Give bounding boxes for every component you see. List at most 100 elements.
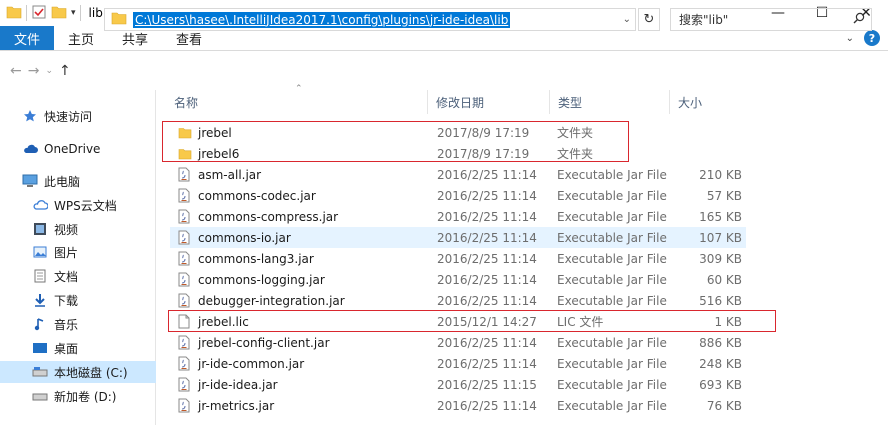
refresh-button[interactable]: ↻ xyxy=(638,8,660,31)
file-name: commons-lang3.jar xyxy=(198,251,314,266)
search-placeholder: 搜索"lib" xyxy=(679,13,729,27)
file-date: 2016/2/25 11:14 xyxy=(437,293,537,308)
column-header-label: 大小 xyxy=(678,95,703,110)
file-size: 516 KB xyxy=(699,293,742,308)
file-size: 57 KB xyxy=(706,188,742,203)
file-name-cell: jrebel xyxy=(178,122,232,143)
sidebar-item-documents[interactable]: 文档 xyxy=(0,265,156,287)
column-header-date[interactable]: 修改日期 xyxy=(428,90,550,114)
expand-ribbon-icon[interactable]: ⌄ xyxy=(846,33,854,44)
file-type: 文件夹 xyxy=(557,147,594,161)
file-name-cell: jr-metrics.jar xyxy=(178,395,274,416)
jar-file-icon xyxy=(178,188,192,204)
tab-home[interactable]: 主页 xyxy=(54,26,108,50)
sidebar-item-label: 本地磁盘 (C:) xyxy=(54,365,128,380)
sidebar-item-label: 音乐 xyxy=(54,317,79,332)
jar-file-icon xyxy=(178,377,192,393)
jar-file-icon xyxy=(178,356,192,372)
file-row[interactable]: jrebel6 2017/8/9 17:19 文件夹 xyxy=(170,143,746,164)
file-row[interactable]: jr-ide-common.jar 2016/2/25 11:14 Executab… xyxy=(170,353,746,374)
file-row[interactable]: commons-compress.jar 2016/2/25 11:14 Execu… xyxy=(170,206,746,227)
refresh-icon: ↻ xyxy=(643,12,655,27)
column-header-name[interactable]: 名称 xyxy=(166,90,428,114)
file-size: 107 KB xyxy=(699,230,742,245)
navigation-bar: ← → ⌄ ↑ xyxy=(0,52,888,90)
column-header-type[interactable]: 类型 xyxy=(550,90,670,114)
new-folder-icon[interactable] xyxy=(51,5,67,22)
file-name: commons-logging.jar xyxy=(198,272,325,287)
file-row[interactable]: debugger-integration.jar 2016/2/25 11:14 E… xyxy=(170,290,746,311)
file-date: 2017/8/9 17:19 xyxy=(437,125,530,140)
sidebar-item-videos[interactable]: 视频 xyxy=(0,218,156,240)
file-row[interactable]: commons-lang3.jar 2016/2/25 11:14 Executab… xyxy=(170,248,746,269)
jar-file-icon xyxy=(178,398,192,414)
sidebar-item-label: 快速访问 xyxy=(44,109,93,124)
address-bar[interactable]: C:\Users\hasee\.IntelliJIdea2017.1\confi… xyxy=(104,8,636,31)
sidebar-item-this-pc[interactable]: 此电脑 xyxy=(0,170,156,192)
file-size: 76 KB xyxy=(706,398,742,413)
file-name: jr-ide-common.jar xyxy=(198,356,305,371)
file-name-cell: commons-codec.jar xyxy=(178,185,316,206)
back-icon[interactable]: ← xyxy=(10,63,22,79)
column-header-size[interactable]: 大小 xyxy=(670,90,746,114)
sidebar-item-wps-cloud[interactable]: WPS云文档 xyxy=(0,194,156,216)
sidebar-item-label: 此电脑 xyxy=(44,174,81,189)
file-row[interactable]: jr-ide-idea.jar 2016/2/25 11:15 Executable… xyxy=(170,374,746,395)
sidebar-item-downloads[interactable]: 下载 xyxy=(0,289,156,311)
file-name-cell: jrebel-config-client.jar xyxy=(178,332,330,353)
quick-access-toolbar: ▾ xyxy=(0,4,81,23)
forward-icon[interactable]: → xyxy=(28,63,40,79)
file-type: Executable Jar File xyxy=(557,398,667,413)
file-row[interactable]: asm-all.jar 2016/2/25 11:14 Executable Jar… xyxy=(170,164,746,185)
column-header-label: 名称 xyxy=(174,95,199,110)
search-input[interactable]: 搜索"lib" xyxy=(670,8,872,31)
file-row[interactable]: commons-codec.jar 2016/2/25 11:14 Executab… xyxy=(170,185,746,206)
file-row[interactable]: commons-logging.jar 2016/2/25 11:14 Execut… xyxy=(170,269,746,290)
file-row[interactable]: jrebel-config-client.jar 2016/2/25 11:14 E… xyxy=(170,332,746,353)
sidebar-item-local-disk-c[interactable]: 本地磁盘 (C:) xyxy=(0,361,156,383)
file-type: Executable Jar File xyxy=(557,188,667,203)
file-size: 1 KB xyxy=(714,314,742,329)
file-name: jrebel.lic xyxy=(198,314,249,329)
file-size: 693 KB xyxy=(699,377,742,392)
music-icon xyxy=(32,316,48,332)
sidebar-item-label: 新加卷 (D:) xyxy=(54,389,117,404)
column-header-label: 类型 xyxy=(558,95,583,110)
folder-icon xyxy=(6,5,22,22)
tab-file[interactable]: 文件 xyxy=(0,26,54,50)
sidebar-item-quick-access[interactable]: 快速访问 xyxy=(0,105,156,127)
folder-icon xyxy=(111,11,127,28)
file-row[interactable]: commons-io.jar 2016/2/25 11:14 Executable … xyxy=(170,227,746,248)
jar-file-icon xyxy=(178,167,192,183)
help-icon[interactable]: ? xyxy=(864,30,880,46)
sidebar-item-pictures[interactable]: 图片 xyxy=(0,241,156,263)
sidebar-item-volume-d[interactable]: 新加卷 (D:) xyxy=(0,385,156,407)
customize-toolbar-icon[interactable]: ▾ xyxy=(71,8,76,18)
file-name-cell: commons-compress.jar xyxy=(178,206,338,227)
address-path[interactable]: C:\Users\hasee\.IntelliJIdea2017.1\confi… xyxy=(133,11,511,28)
download-icon xyxy=(32,292,48,308)
file-icon xyxy=(178,314,192,330)
pictures-icon xyxy=(32,244,48,260)
up-icon[interactable]: ↑ xyxy=(59,63,71,79)
file-date: 2016/2/25 11:14 xyxy=(437,335,537,350)
file-name-cell: jrebel.lic xyxy=(178,311,249,332)
toolbar-divider xyxy=(26,5,27,21)
sidebar-item-onedrive[interactable]: OneDrive xyxy=(0,138,156,160)
file-row[interactable]: jrebel.lic 2015/12/1 14:27 LIC 文件 1 KB xyxy=(170,311,746,332)
file-date: 2016/2/25 11:14 xyxy=(437,188,537,203)
file-type: Executable Jar File xyxy=(557,293,667,308)
recent-locations-icon[interactable]: ⌄ xyxy=(45,66,53,76)
desktop-icon xyxy=(32,340,48,356)
sidebar-item-desktop[interactable]: 桌面 xyxy=(0,337,156,359)
sidebar-item-music[interactable]: 音乐 xyxy=(0,313,156,335)
file-row[interactable]: jrebel 2017/8/9 17:19 文件夹 xyxy=(170,122,746,143)
address-dropdown-icon[interactable]: ⌄ xyxy=(623,14,631,25)
file-row[interactable]: jr-metrics.jar 2016/2/25 11:14 Executable … xyxy=(170,395,746,416)
file-date: 2015/12/1 14:27 xyxy=(437,314,537,329)
properties-icon[interactable] xyxy=(31,4,47,23)
file-name-cell: commons-lang3.jar xyxy=(178,248,314,269)
file-name-cell: jr-ide-common.jar xyxy=(178,353,304,374)
search-icon xyxy=(853,12,865,27)
file-date: 2016/2/25 11:14 xyxy=(437,230,537,245)
